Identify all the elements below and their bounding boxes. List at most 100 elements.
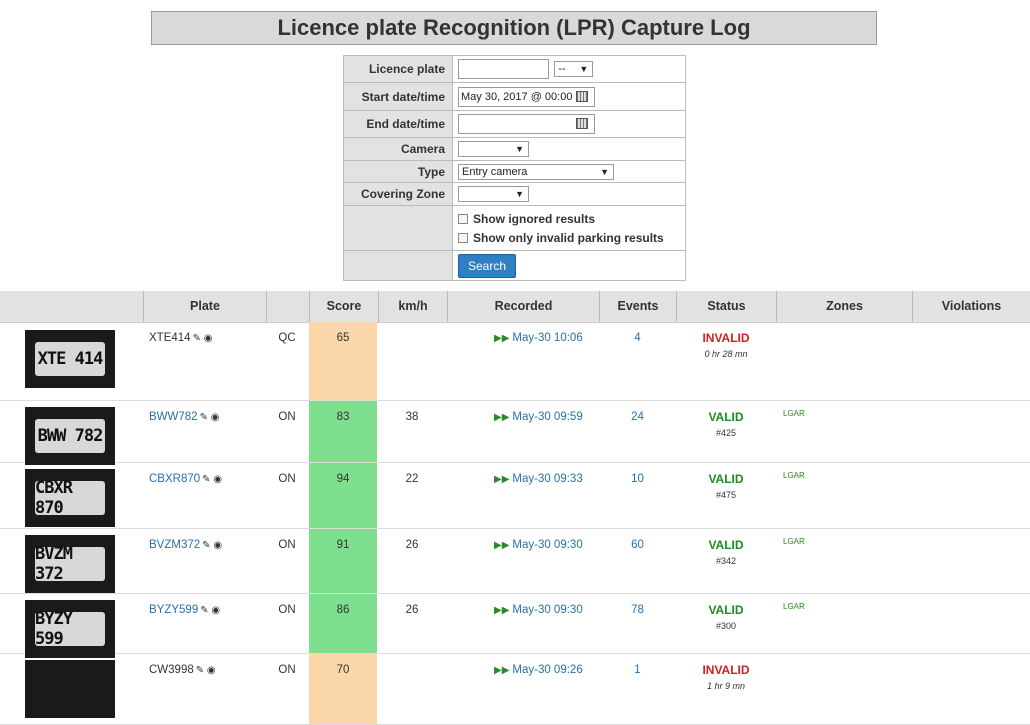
type-cell: ON — [278, 411, 296, 423]
edit-icon[interactable]: ✎ — [193, 333, 201, 344]
recorded-cell[interactable]: ▶▶ May-30 09:26 — [494, 664, 583, 676]
plate-image-text: BYZY 599 — [35, 609, 105, 649]
events-cell[interactable]: 78 — [600, 604, 675, 616]
view-icon[interactable]: ◉ — [211, 412, 220, 423]
view-icon[interactable]: ◉ — [207, 665, 216, 676]
violations-column-header[interactable]: Violations — [912, 291, 1030, 322]
search-button[interactable]: Search — [458, 253, 516, 278]
score-column-header[interactable]: Score — [309, 291, 378, 322]
plate-thumbnail[interactable]: BWW 782 — [25, 407, 115, 465]
show-invalid-checkbox[interactable] — [458, 232, 468, 243]
score-highlight — [309, 594, 377, 653]
status-column-header[interactable]: Status — [676, 291, 776, 322]
speed-cell: 22 — [405, 473, 419, 485]
fast-forward-icon: ▶▶ — [494, 605, 510, 616]
plate-thumbnail[interactable]: XTE 414 — [25, 330, 115, 388]
zones-column-header[interactable]: Zones — [776, 291, 912, 322]
speed-cell: 26 — [405, 539, 419, 551]
licence-plate-input[interactable] — [458, 59, 549, 79]
plate-number[interactable]: BWW782 — [149, 411, 198, 423]
table-row[interactable]: BWW 782 BWW782 ✎ ◉ ON 83 38 ▶▶ May-30 09:5… — [0, 401, 1030, 465]
fast-forward-icon: ▶▶ — [494, 412, 510, 423]
plate-thumbnail[interactable]: BVZM 372 — [25, 535, 115, 593]
edit-icon[interactable]: ✎ — [202, 540, 210, 551]
recorded-time[interactable]: May-30 09:33 — [512, 473, 582, 485]
recorded-cell[interactable]: ▶▶ May-30 09:30 — [494, 539, 583, 551]
plate-number[interactable]: CBXR870 — [149, 473, 200, 485]
view-icon[interactable]: ◉ — [204, 333, 213, 344]
plate-image-text: CBXR 870 — [35, 478, 105, 518]
recorded-time[interactable]: May-30 10:06 — [512, 332, 582, 344]
recorded-time[interactable]: May-30 09:30 — [512, 539, 582, 551]
recorded-time[interactable]: May-30 09:26 — [512, 664, 582, 676]
search-form: Licence plate -- ▼ Start date/time May 30… — [343, 55, 686, 281]
plate-number-cell: XTE414 ✎ ◉ — [149, 332, 212, 344]
show-invalid-option[interactable]: Show only invalid parking results — [458, 228, 685, 247]
plate-number[interactable]: BVZM372 — [149, 539, 200, 551]
status-detail: 0 hr 28 mn — [704, 349, 748, 359]
recorded-cell[interactable]: ▶▶ May-30 09:33 — [494, 473, 583, 485]
chevron-down-icon: ▼ — [515, 189, 524, 199]
camera-label: Camera — [343, 137, 453, 161]
status-detail: #425 — [715, 428, 737, 438]
zone-cell: LGAR — [783, 537, 805, 546]
plate-column-header[interactable]: Plate — [143, 291, 266, 322]
speed-cell: 26 — [405, 604, 419, 616]
plate-number[interactable]: BYZY599 — [149, 604, 198, 616]
camera-select[interactable]: ▼ — [458, 141, 529, 157]
recorded-cell[interactable]: ▶▶ May-30 09:59 — [494, 411, 583, 423]
show-ignored-option[interactable]: Show ignored results — [458, 209, 685, 228]
edit-icon[interactable]: ✎ — [200, 412, 208, 423]
plate-number: XTE414 — [149, 332, 191, 344]
edit-icon[interactable]: ✎ — [200, 605, 208, 616]
table-row[interactable]: CBXR 870 CBXR870 ✎ ◉ ON 94 22 ▶▶ May-30 09… — [0, 463, 1030, 529]
plate-number-cell: CBXR870 ✎ ◉ — [149, 473, 222, 485]
edit-icon[interactable]: ✎ — [196, 665, 204, 676]
start-date-input[interactable]: May 30, 2017 @ 00:00 — [458, 86, 595, 107]
view-icon[interactable]: ◉ — [213, 474, 222, 485]
type-cell: ON — [278, 664, 296, 676]
end-date-input[interactable] — [458, 114, 595, 134]
show-ignored-checkbox[interactable] — [458, 213, 468, 224]
type-label: Type — [343, 160, 453, 183]
status-badge: INVALID — [702, 663, 750, 677]
score-cell: 94 — [336, 473, 350, 485]
calendar-icon[interactable] — [576, 118, 588, 129]
table-row[interactable]: CW3998 ✎ ◉ ON 70 ▶▶ May-30 09:26 1 INVALID… — [0, 654, 1030, 725]
type-cell: ON — [278, 539, 296, 551]
covering-zone-select[interactable]: ▼ — [458, 186, 529, 202]
plate-thumbnail[interactable] — [25, 660, 115, 718]
recorded-column-header[interactable]: Recorded — [447, 291, 599, 322]
score-cell: 83 — [336, 411, 350, 423]
results-header: Plate Score km/h Recorded Events Status … — [0, 291, 1030, 323]
events-cell[interactable]: 10 — [600, 473, 675, 485]
recorded-time[interactable]: May-30 09:59 — [512, 411, 582, 423]
calendar-icon[interactable] — [576, 90, 588, 102]
type-select[interactable]: Entry camera ▼ — [458, 163, 614, 180]
options-label-cell — [343, 205, 453, 251]
events-cell[interactable]: 1 — [600, 664, 675, 676]
score-cell: 70 — [336, 664, 350, 676]
status-badge: VALID — [708, 603, 744, 617]
licence-plate-label: Licence plate — [343, 55, 453, 83]
events-cell[interactable]: 24 — [600, 411, 675, 423]
view-icon[interactable]: ◉ — [213, 540, 222, 551]
plate-thumbnail[interactable]: BYZY 599 — [25, 600, 115, 658]
table-row[interactable]: BVZM 372 BVZM372 ✎ ◉ ON 91 26 ▶▶ May-30 09… — [0, 529, 1030, 594]
type-cell: QC — [278, 332, 296, 344]
edit-icon[interactable]: ✎ — [202, 474, 210, 485]
events-cell[interactable]: 4 — [600, 332, 675, 344]
start-date-value: May 30, 2017 @ 00:00 — [461, 90, 573, 103]
plate-thumbnail[interactable]: CBXR 870 — [25, 469, 115, 527]
table-row[interactable]: XTE 414 XTE414 ✎ ◉ QC 65 ▶▶ May-30 10:06 4… — [0, 322, 1030, 401]
recorded-cell[interactable]: ▶▶ May-30 10:06 — [494, 332, 583, 344]
kmh-column-header[interactable]: km/h — [378, 291, 447, 322]
events-column-header[interactable]: Events — [599, 291, 676, 322]
recorded-cell[interactable]: ▶▶ May-30 09:30 — [494, 604, 583, 616]
view-icon[interactable]: ◉ — [211, 605, 220, 616]
table-row[interactable]: BYZY 599 BYZY599 ✎ ◉ ON 86 26 ▶▶ May-30 09… — [0, 594, 1030, 658]
recorded-time[interactable]: May-30 09:30 — [512, 604, 582, 616]
events-cell[interactable]: 60 — [600, 539, 675, 551]
type-cell: ON — [278, 473, 296, 485]
plate-region-select[interactable]: -- ▼ — [554, 61, 594, 77]
